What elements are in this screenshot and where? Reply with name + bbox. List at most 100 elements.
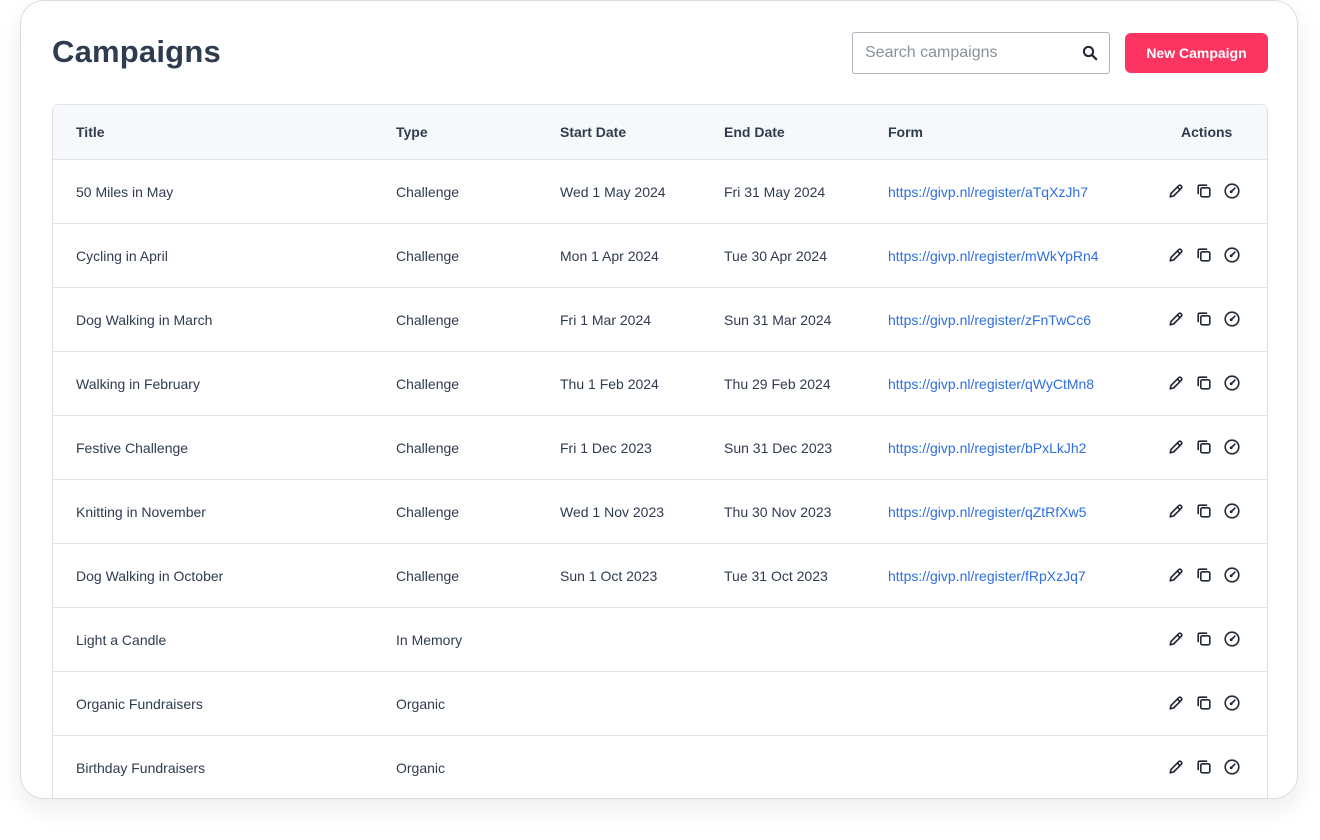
dashboard-icon[interactable] xyxy=(1223,502,1241,520)
table-row: Festive Challenge Challenge Fri 1 Dec 2023… xyxy=(53,416,1267,480)
campaign-title: Knitting in November xyxy=(76,504,206,520)
table-row: Dog Walking in March Challenge Fri 1 Mar 2… xyxy=(53,288,1267,352)
campaign-end-date: Sun 31 Mar 2024 xyxy=(724,312,832,328)
row-actions xyxy=(1167,758,1241,778)
copy-icon[interactable] xyxy=(1195,246,1213,264)
campaign-start-date: Fri 1 Dec 2023 xyxy=(560,440,652,456)
campaign-end-date: Thu 30 Nov 2023 xyxy=(724,504,832,520)
dashboard-icon[interactable] xyxy=(1223,758,1241,776)
campaign-title: Dog Walking in March xyxy=(76,312,213,328)
campaign-start-date: Sun 1 Oct 2023 xyxy=(560,568,658,584)
dashboard-icon[interactable] xyxy=(1223,310,1241,328)
row-actions xyxy=(1167,246,1241,266)
search-icon[interactable] xyxy=(1082,45,1098,61)
edit-icon[interactable] xyxy=(1167,182,1185,200)
dashboard-icon[interactable] xyxy=(1223,438,1241,456)
campaign-end-date: Tue 31 Oct 2023 xyxy=(724,568,828,584)
campaign-type: In Memory xyxy=(396,632,463,648)
search-input[interactable] xyxy=(853,34,1075,72)
copy-icon[interactable] xyxy=(1195,182,1213,200)
dashboard-icon[interactable] xyxy=(1223,182,1241,200)
column-header-start-date[interactable]: Start Date xyxy=(560,105,626,160)
row-actions xyxy=(1167,566,1241,586)
table-row: Birthday Fundraisers Organic xyxy=(53,736,1267,798)
dashboard-icon[interactable] xyxy=(1223,374,1241,392)
copy-icon[interactable] xyxy=(1195,566,1213,584)
table-row: Walking in February Challenge Thu 1 Feb 20… xyxy=(53,352,1267,416)
row-actions xyxy=(1167,502,1241,522)
campaign-end-date: Fri 31 May 2024 xyxy=(724,184,826,200)
edit-icon[interactable] xyxy=(1167,374,1185,392)
campaign-form-link[interactable]: https://givp.nl/register/qWyCtMn8 xyxy=(888,352,1094,416)
row-actions xyxy=(1167,694,1241,714)
campaign-form-link[interactable]: https://givp.nl/register/mWkYpRn4 xyxy=(888,224,1099,288)
dashboard-icon[interactable] xyxy=(1223,566,1241,584)
column-header-type[interactable]: Type xyxy=(396,105,428,160)
table-row: Knitting in November Challenge Wed 1 Nov 2… xyxy=(53,480,1267,544)
row-actions xyxy=(1167,438,1241,458)
copy-icon[interactable] xyxy=(1195,374,1213,392)
edit-icon[interactable] xyxy=(1167,246,1185,264)
edit-icon[interactable] xyxy=(1167,566,1185,584)
campaign-title: Light a Candle xyxy=(76,632,167,648)
column-header-actions: Actions xyxy=(1181,124,1233,140)
campaign-title: Birthday Fundraisers xyxy=(76,760,206,776)
campaign-end-date: Tue 30 Apr 2024 xyxy=(724,248,828,264)
table-row: Organic Fundraisers Organic xyxy=(53,672,1267,736)
table-row: Light a Candle In Memory xyxy=(53,608,1267,672)
campaign-type: Challenge xyxy=(396,440,460,456)
search-box[interactable] xyxy=(852,32,1110,74)
edit-icon[interactable] xyxy=(1167,438,1185,456)
campaign-type: Challenge xyxy=(396,184,460,200)
edit-icon[interactable] xyxy=(1167,694,1185,712)
new-campaign-button[interactable]: New Campaign xyxy=(1125,33,1268,73)
page-title: Campaigns xyxy=(52,34,221,69)
table-header: Title Type Start Date End Date Form Acti… xyxy=(53,105,1267,160)
campaign-type: Challenge xyxy=(396,312,460,328)
table-row: Dog Walking in October Challenge Sun 1 Oct… xyxy=(53,544,1267,608)
campaign-start-date: Mon 1 Apr 2024 xyxy=(560,248,659,264)
copy-icon[interactable] xyxy=(1195,438,1213,456)
edit-icon[interactable] xyxy=(1167,310,1185,328)
campaigns-panel: Campaigns New Campaign Title Type Start … xyxy=(20,0,1298,799)
row-actions xyxy=(1167,374,1241,394)
campaign-type: Challenge xyxy=(396,568,460,584)
table-body: 50 Miles in May Challenge Wed 1 May 2024 Fr… xyxy=(53,160,1267,798)
campaign-title: Walking in February xyxy=(76,376,200,392)
dashboard-icon[interactable] xyxy=(1223,630,1241,648)
campaign-type: Organic xyxy=(396,696,446,712)
campaign-type: Challenge xyxy=(396,248,460,264)
copy-icon[interactable] xyxy=(1195,630,1213,648)
campaign-type: Challenge xyxy=(396,376,460,392)
campaign-end-date: Sun 31 Dec 2023 xyxy=(724,440,833,456)
campaign-type: Organic xyxy=(396,760,446,776)
campaign-form-link[interactable]: https://givp.nl/register/qZtRfXw5 xyxy=(888,480,1086,544)
column-header-form[interactable]: Form xyxy=(888,105,923,160)
campaign-title: Festive Challenge xyxy=(76,440,189,456)
copy-icon[interactable] xyxy=(1195,502,1213,520)
column-header-end-date[interactable]: End Date xyxy=(724,105,785,160)
copy-icon[interactable] xyxy=(1195,694,1213,712)
dashboard-icon[interactable] xyxy=(1223,694,1241,712)
edit-icon[interactable] xyxy=(1167,758,1185,776)
campaign-start-date: Wed 1 Nov 2023 xyxy=(560,504,665,520)
campaign-form-link[interactable]: https://givp.nl/register/aTqXzJh7 xyxy=(888,160,1088,224)
campaign-form-link[interactable]: https://givp.nl/register/bPxLkJh2 xyxy=(888,416,1086,480)
campaign-title: Organic Fundraisers xyxy=(76,696,203,712)
edit-icon[interactable] xyxy=(1167,502,1185,520)
edit-icon[interactable] xyxy=(1167,630,1185,648)
copy-icon[interactable] xyxy=(1195,310,1213,328)
campaign-end-date: Thu 29 Feb 2024 xyxy=(724,376,831,392)
campaign-type: Challenge xyxy=(396,504,460,520)
row-actions xyxy=(1167,310,1241,330)
dashboard-icon[interactable] xyxy=(1223,246,1241,264)
campaign-start-date: Wed 1 May 2024 xyxy=(560,184,666,200)
copy-icon[interactable] xyxy=(1195,758,1213,776)
table-row: Cycling in April Challenge Mon 1 Apr 2024 T… xyxy=(53,224,1267,288)
campaign-title: Dog Walking in October xyxy=(76,568,224,584)
row-actions xyxy=(1167,630,1241,650)
campaign-form-link[interactable]: https://givp.nl/register/fRpXzJq7 xyxy=(888,544,1086,608)
table-row: 50 Miles in May Challenge Wed 1 May 2024 Fr… xyxy=(53,160,1267,224)
campaign-form-link[interactable]: https://givp.nl/register/zFnTwCc6 xyxy=(888,288,1091,352)
column-header-title[interactable]: Title xyxy=(76,105,105,160)
